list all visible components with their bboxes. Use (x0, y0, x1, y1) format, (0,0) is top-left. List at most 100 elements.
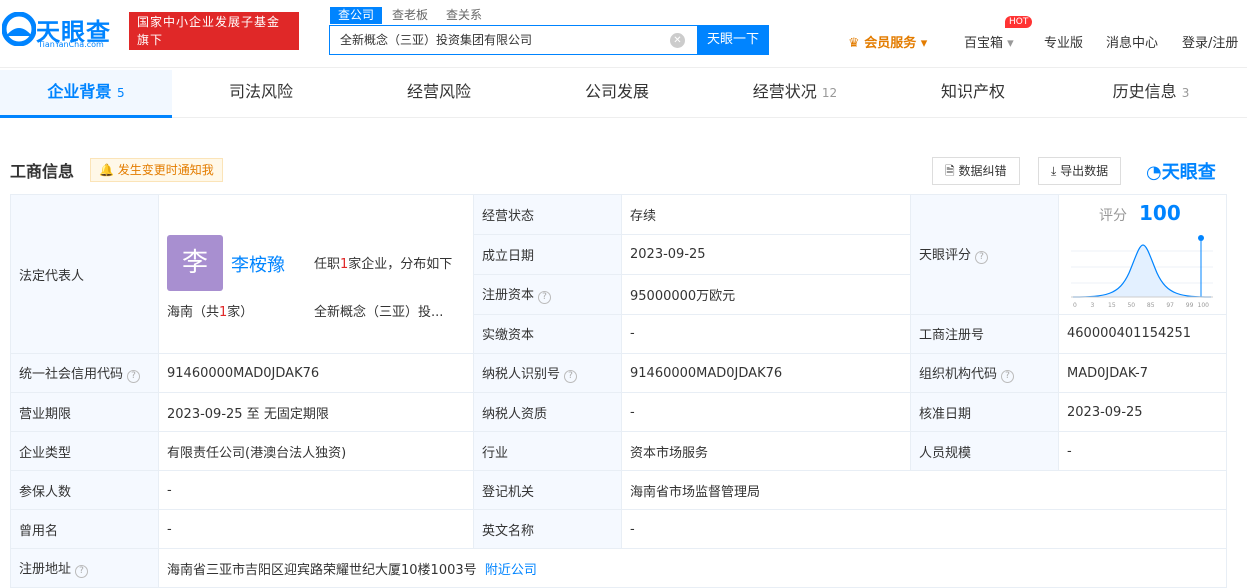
person-region: 海南（共1家） (167, 301, 253, 320)
help-icon[interactable]: ? (1001, 370, 1015, 383)
tab-count: 5 (116, 86, 125, 100)
capital-label: 注册资本 (482, 288, 535, 304)
term-label: 营业期限 (10, 392, 159, 432)
region-pre: 海南（共 (167, 305, 220, 320)
type-value: 有限责任公司(港澳台法人独资) (158, 431, 474, 471)
table-row: 曾用名 - 英文名称 - (10, 509, 1227, 549)
search-input[interactable]: 全新概念（三亚）投资集团有限公司 (329, 25, 697, 55)
tab-label: 历史信息 (1112, 82, 1177, 101)
table-row: 注册地址? 海南省三亚市吉阳区迎宾路荣耀世纪大厦10楼1003号 附近公司 (10, 548, 1227, 588)
tab-enterprise-background[interactable]: 企业背景 5 (0, 70, 172, 118)
type-label: 企业类型 (10, 431, 159, 471)
score-title: 评分 (1099, 208, 1127, 225)
business-info-table: 法定代表人 李 李桉豫 任职1家企业，分布如下 海南（共1家） 全新概念（三亚）… (10, 194, 1227, 588)
address-value: 海南省三亚市吉阳区迎宾路荣耀世纪大厦10楼1003号 (167, 562, 477, 578)
section-title: 工商信息 (10, 162, 75, 181)
search-tab-relation[interactable]: 查关系 (438, 7, 490, 24)
staff-value: - (1058, 431, 1227, 471)
help-icon[interactable]: ? (75, 565, 89, 578)
vip-label: 会员服务 (864, 36, 917, 51)
found-value: 2023-09-25 (621, 233, 911, 275)
help-icon[interactable]: ? (564, 370, 578, 383)
clear-icon[interactable]: ✕ (670, 33, 685, 48)
treasure-label: 百宝箱 (964, 36, 1004, 51)
tab-history-info[interactable]: 历史信息 3 (1062, 70, 1240, 118)
help-icon[interactable]: ? (538, 291, 552, 305)
score-distribution-chart: 0 3 15 50 85 97 99 100 (1071, 235, 1213, 309)
table-row: 法定代表人 李 李桉豫 任职1家企业，分布如下 海南（共1家） 全新概念（三亚）… (10, 194, 1227, 354)
tab-operating-risk[interactable]: 经营风险 (350, 70, 528, 118)
brand-label: 天眼查 (1161, 162, 1216, 183)
crown-icon: ♛ (848, 36, 865, 51)
tab-judicial-risk[interactable]: 司法风险 (172, 70, 350, 118)
tab-company-development[interactable]: 公司发展 (528, 70, 706, 118)
person-name-link[interactable]: 李桉豫 (231, 251, 285, 277)
capital-value: 95000000万欧元 (621, 273, 911, 315)
bell-icon: 🔔 (99, 163, 114, 177)
taxid-value: 91460000MAD0JDAK76 (621, 353, 911, 393)
notify-on-change-button[interactable]: 🔔 发生变更时通知我 (90, 158, 223, 182)
english-label: 英文名称 (473, 509, 622, 549)
address-label: 注册地址 (19, 562, 72, 577)
legal-rep-label: 法定代表人 (10, 194, 159, 354)
help-icon[interactable]: ? (975, 251, 989, 265)
tab-label: 知识产权 (940, 82, 1005, 101)
vip-service-link[interactable]: ♛ 会员服务 ▾ (848, 32, 927, 51)
score-cell[interactable]: 评分 100 0 3 15 50 85 97 99 100 (1058, 194, 1227, 315)
tianyancha-logo-icon: ◔ (1146, 162, 1162, 183)
logo[interactable]: 天眼查 TianYanCha.com (0, 10, 122, 54)
approve-value: 2023-09-25 (1058, 392, 1227, 432)
credit-label: 统一社会信用代码 (19, 367, 124, 382)
search-type-tabs: 查公司 查老板 查关系 (330, 7, 492, 25)
pro-link[interactable]: 专业版 (1044, 32, 1083, 51)
region-post: 家） (227, 305, 254, 320)
table-row: 营业期限 2023-09-25 至 无固定期限 纳税人资质 - 核准日期 202… (10, 392, 1227, 432)
credit-value: 91460000MAD0JDAK76 (158, 353, 474, 393)
taxid-label-cell: 纳税人识别号? (473, 353, 622, 393)
search-button[interactable]: 天眼一下 (697, 25, 769, 55)
taxid-label: 纳税人识别号 (482, 367, 561, 382)
table-row: 参保人数 - 登记机关 海南省市场监督管理局 (10, 470, 1227, 510)
score-axis-tick: 3 (1091, 302, 1095, 309)
nearby-companies-link[interactable]: 附近公司 (485, 563, 537, 578)
tab-intellectual-property[interactable]: 知识产权 (884, 70, 1062, 118)
search-tab-boss[interactable]: 查老板 (384, 7, 436, 24)
paid-value: - (621, 313, 911, 355)
top-bar: 天眼查 TianYanCha.com 国家中小企业发展子基金旗下 官方备案企业征… (0, 0, 1247, 68)
industry-label: 行业 (473, 431, 622, 471)
search-tab-company[interactable]: 查公司 (330, 7, 383, 24)
message-center-link[interactable]: 消息中心 (1106, 32, 1158, 51)
org-label: 组织机构代码 (919, 367, 998, 382)
address-cell: 海南省三亚市吉阳区迎宾路荣耀世纪大厦10楼1003号 附近公司 (158, 548, 1227, 588)
person-company-link[interactable]: 全新概念（三亚）投... (314, 301, 443, 320)
term-value: 2023-09-25 至 无固定期限 (158, 392, 474, 432)
fund-badge-line1: 国家中小企业发展子基金旗下 (137, 15, 281, 47)
avatar[interactable]: 李 (167, 235, 223, 291)
table-row: 统一社会信用代码? 91460000MAD0JDAK76 纳税人识别号? 914… (10, 353, 1227, 393)
category-tabs: 企业背景 5 司法风险 经营风险 公司发展 经营状况 12 知识产权 历史信息 … (0, 70, 1247, 118)
score-axis-tick: 85 (1147, 302, 1155, 309)
help-icon[interactable]: ? (127, 370, 141, 383)
legal-rep-cell: 李 李桉豫 任职1家企业，分布如下 海南（共1家） 全新概念（三亚）投... (158, 194, 474, 354)
tab-label: 经营状况 (752, 82, 817, 101)
insured-value: - (158, 470, 474, 510)
data-correction-button[interactable]: 🗎 数据纠错 (932, 157, 1020, 185)
score-label: 天眼评分 (919, 248, 972, 264)
job-post: 家企业，分布如下 (348, 257, 453, 272)
score-axis-tick: 0 (1073, 302, 1077, 309)
job-pre: 任职 (314, 257, 341, 272)
export-data-button[interactable]: ⤓ 导出数据 (1038, 157, 1122, 185)
former-value: - (158, 509, 474, 549)
correction-label: 数据纠错 (958, 164, 1007, 178)
tab-operating-status[interactable]: 经营状况 12 (706, 70, 884, 118)
taxq-value: - (621, 392, 911, 432)
reg-no-label: 工商注册号 (910, 313, 1059, 355)
login-register-link[interactable]: 登录/注册 (1182, 32, 1238, 51)
tab-label: 公司发展 (584, 82, 649, 101)
tab-count: 3 (1181, 86, 1190, 100)
capital-label-cell: 注册资本? (473, 273, 622, 315)
logo-subtitle: TianYanCha.com (38, 40, 104, 49)
status-label: 经营状态 (473, 194, 622, 235)
treasure-box-link[interactable]: 百宝箱 ▾ (964, 32, 1014, 51)
former-label: 曾用名 (10, 509, 159, 549)
